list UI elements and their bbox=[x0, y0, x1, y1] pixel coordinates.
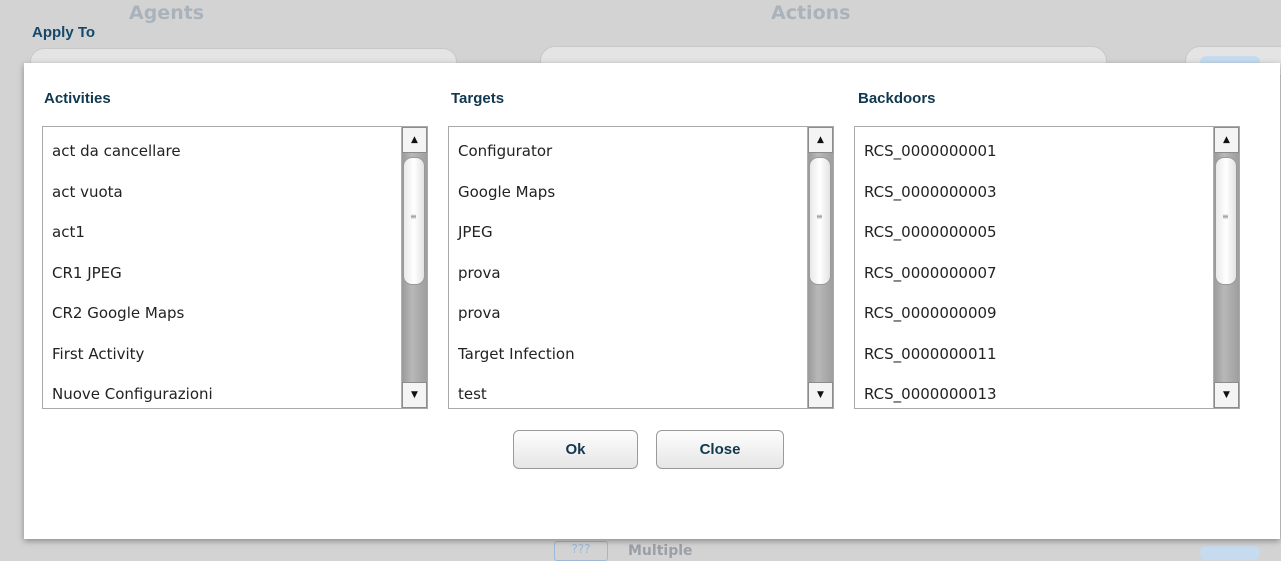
list-item[interactable]: RCS_0000000001 bbox=[855, 131, 1212, 172]
background-bottom-text: Multiple bbox=[628, 543, 693, 559]
list-item[interactable]: prova bbox=[449, 293, 806, 334]
backdoors-heading: Backdoors bbox=[858, 90, 936, 107]
list-item[interactable]: Nuove Configurazioni bbox=[43, 374, 400, 415]
targets-scrollbar[interactable]: ▲ ≡ ▼ bbox=[807, 127, 833, 408]
scroll-thumb[interactable]: ≡ bbox=[809, 157, 831, 285]
list-item[interactable]: JPEG bbox=[449, 212, 806, 253]
activities-scrollbar[interactable]: ▲ ≡ ▼ bbox=[401, 127, 427, 408]
list-item[interactable]: RCS_0000000009 bbox=[855, 293, 1212, 334]
list-item[interactable]: act vuota bbox=[43, 172, 400, 213]
list-item[interactable]: Configurator bbox=[449, 131, 806, 172]
actions-heading: Actions bbox=[771, 2, 851, 24]
list-item[interactable]: RCS_0000000007 bbox=[855, 253, 1212, 294]
apply-to-title: Apply To bbox=[32, 24, 96, 41]
list-item[interactable]: act da cancellare bbox=[43, 131, 400, 172]
scroll-down-icon[interactable]: ▼ bbox=[402, 382, 427, 408]
list-item[interactable]: test bbox=[449, 374, 806, 415]
list-item[interactable]: act1 bbox=[43, 212, 400, 253]
targets-heading: Targets bbox=[451, 90, 505, 107]
list-item[interactable]: First Activity bbox=[43, 334, 400, 375]
list-item[interactable]: RCS_0000000003 bbox=[855, 172, 1212, 213]
list-item[interactable]: Google Maps bbox=[449, 172, 806, 213]
targets-list[interactable]: Configurator Google Maps JPEG prova prova Tar… bbox=[448, 126, 834, 409]
grip-icon: ≡ bbox=[816, 212, 823, 221]
scroll-thumb[interactable]: ≡ bbox=[403, 157, 425, 285]
scroll-thumb[interactable]: ≡ bbox=[1215, 157, 1237, 285]
scroll-down-icon[interactable]: ▼ bbox=[1214, 382, 1239, 408]
list-item[interactable]: RCS_0000000013 bbox=[855, 374, 1212, 415]
close-button[interactable]: Close bbox=[656, 430, 784, 469]
list-item[interactable]: Target Infection bbox=[449, 334, 806, 375]
scroll-down-icon[interactable]: ▼ bbox=[808, 382, 833, 408]
activities-list[interactable]: act da cancellare act vuota act1 CR1 JPEG CR… bbox=[42, 126, 428, 409]
agents-heading: Agents bbox=[129, 2, 205, 24]
apply-to-dialog: Activities act da cancellare act vuota act… bbox=[24, 63, 1280, 539]
ok-button[interactable]: Ok bbox=[513, 430, 638, 469]
activities-heading: Activities bbox=[44, 90, 111, 107]
scroll-up-icon[interactable]: ▲ bbox=[1214, 127, 1239, 153]
background-bottom-button: ??? bbox=[554, 541, 608, 561]
list-item[interactable]: RCS_0000000011 bbox=[855, 334, 1212, 375]
list-item[interactable]: CR1 JPEG bbox=[43, 253, 400, 294]
backdoors-scrollbar[interactable]: ▲ ≡ ▼ bbox=[1213, 127, 1239, 408]
grip-icon: ≡ bbox=[410, 212, 417, 221]
scroll-up-icon[interactable]: ▲ bbox=[808, 127, 833, 153]
background-right-button-2 bbox=[1200, 546, 1260, 560]
list-item[interactable]: RCS_0000000005 bbox=[855, 212, 1212, 253]
backdoors-list[interactable]: RCS_0000000001 RCS_0000000003 RCS_00000000… bbox=[854, 126, 1240, 409]
list-item[interactable]: CR2 Google Maps bbox=[43, 293, 400, 334]
list-item[interactable]: prova bbox=[449, 253, 806, 294]
scroll-up-icon[interactable]: ▲ bbox=[402, 127, 427, 153]
grip-icon: ≡ bbox=[1222, 212, 1229, 221]
